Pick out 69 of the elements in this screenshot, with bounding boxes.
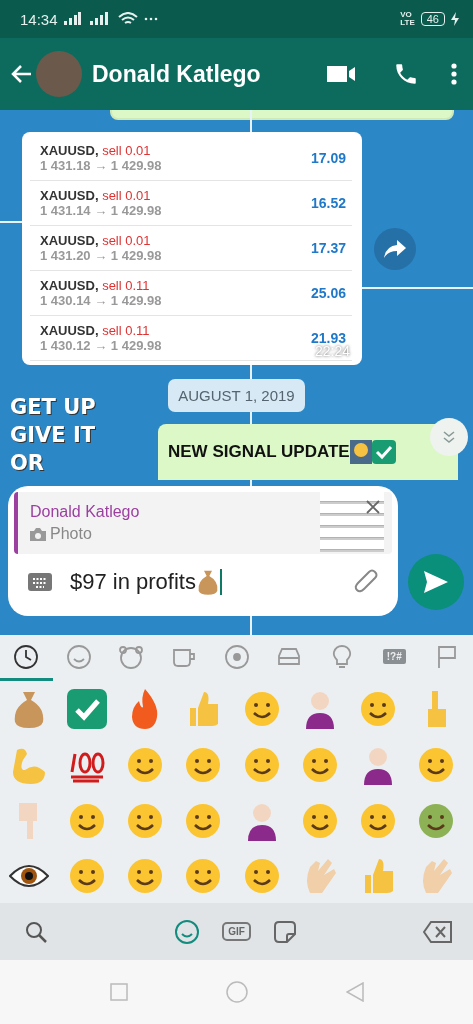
smiley-icon[interactable] <box>126 746 165 784</box>
image-thumbnail <box>320 492 384 552</box>
check-icon <box>371 440 396 464</box>
smiley-icon[interactable] <box>184 746 223 784</box>
clock-time: 14:34 <box>20 10 58 28</box>
close-button[interactable] <box>366 500 380 514</box>
volte-label: VO LTE <box>400 11 415 27</box>
sent-message[interactable]: NEW SIGNAL UPDATE <box>158 424 458 480</box>
smiley-icon[interactable] <box>358 690 397 728</box>
trade-prices: 1 431.18 → 1 429.98 <box>40 158 163 173</box>
trade-profit: 25.06 <box>310 285 346 301</box>
smiley-icon[interactable] <box>242 857 281 895</box>
message-time: 22:24 <box>314 343 350 359</box>
smiley-icon[interactable] <box>68 857 107 895</box>
trade-prices: 1 430.12 → 1 429.98 <box>40 338 163 353</box>
smiley-icon[interactable] <box>242 746 281 784</box>
smiley-icon[interactable] <box>126 802 165 840</box>
more-icon <box>451 63 457 85</box>
wallpaper-text: GIVE IT <box>10 423 96 447</box>
wifi-icon <box>117 12 138 26</box>
reply-type: Photo <box>50 525 92 543</box>
clock-icon <box>13 643 40 670</box>
forward-button[interactable] <box>374 227 416 270</box>
wallpaper-text: OR <box>10 451 46 475</box>
forward-arrow-icon <box>384 239 406 258</box>
date-chip: AUGUST 1, 2019 <box>168 379 305 412</box>
smiley-icon[interactable] <box>126 857 165 895</box>
smiley-icon[interactable] <box>242 690 281 728</box>
smiley-icon <box>65 643 92 670</box>
check-icon[interactable] <box>67 689 108 729</box>
trade-title: XAUUSD, sell 0.01 <box>40 143 152 158</box>
send-icon <box>424 571 448 593</box>
scroll-down-button[interactable] <box>430 418 468 456</box>
smiley-icon[interactable] <box>68 802 107 840</box>
trade-title: XAUUSD, sell 0.01 <box>40 188 152 203</box>
more-icon <box>143 17 158 21</box>
sick-face-icon[interactable] <box>416 802 455 840</box>
double-chevron-icon <box>442 430 456 444</box>
gif-button[interactable]: GIF <box>222 922 251 941</box>
smiley-icon[interactable] <box>358 802 397 840</box>
send-button[interactable] <box>408 554 464 610</box>
trade-profit: 17.37 <box>310 240 346 256</box>
image-message[interactable] <box>22 132 362 365</box>
trade-prices: 1 430.14 → 1 429.98 <box>40 293 163 308</box>
smiley-icon[interactable] <box>416 746 455 784</box>
contact-name[interactable]: Donald Katlego <box>92 60 303 88</box>
battery-level: 46 <box>420 12 445 26</box>
trade-prices: 1 431.20 → 1 429.98 <box>40 248 163 263</box>
smiley-icon[interactable] <box>184 857 223 895</box>
smiley-icon[interactable] <box>184 802 223 840</box>
trade-title: XAUUSD, sell 0.11 <box>40 323 151 338</box>
phone-icon <box>393 61 419 87</box>
wallpaper-text: GET UP <box>10 395 96 419</box>
trade-prices: 1 431.14 → 1 429.98 <box>40 203 163 218</box>
bear-icon <box>118 643 145 670</box>
camera-icon <box>30 527 46 541</box>
message-input[interactable]: $97 in profits <box>70 569 350 595</box>
trade-title: XAUUSD, sell 0.01 <box>40 233 152 248</box>
trade-title: XAUUSD, sell 0.11 <box>40 278 151 293</box>
trade-profit: 16.52 <box>310 195 346 211</box>
trade-profit: 17.09 <box>310 150 346 166</box>
smiley-icon[interactable] <box>300 746 339 784</box>
ball-icon <box>223 643 250 670</box>
smiley-icon[interactable] <box>300 802 339 840</box>
trade-profit: 21.93 <box>310 330 346 346</box>
message-text: NEW SIGNAL UPDATE <box>168 442 350 462</box>
video-camera-icon <box>327 64 357 84</box>
reply-author: Donald Katlego <box>30 503 141 521</box>
charging-icon <box>451 12 459 26</box>
